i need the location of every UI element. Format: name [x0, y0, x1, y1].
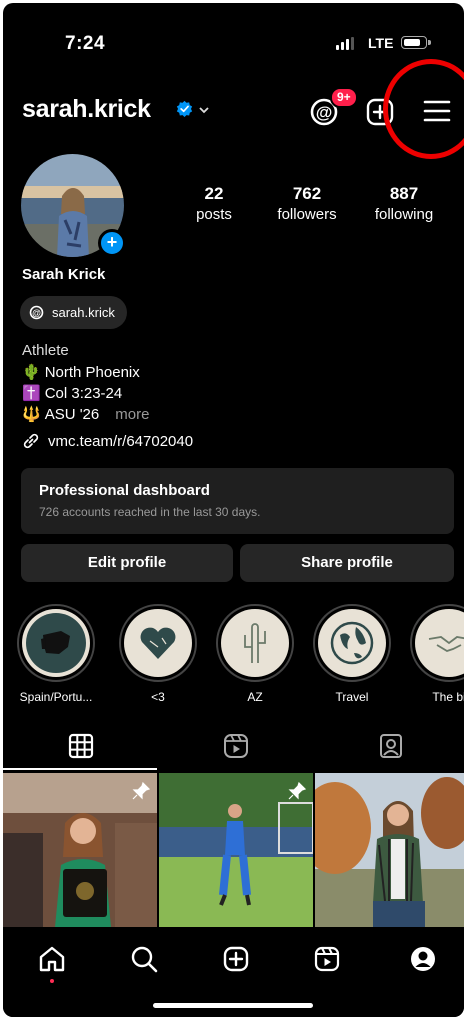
- bottom-nav: [3, 927, 464, 1017]
- search-icon[interactable]: [129, 944, 159, 974]
- create-icon[interactable]: [221, 944, 251, 974]
- cactus-icon: [225, 613, 285, 673]
- link-icon: [23, 433, 39, 449]
- highlight-heart[interactable]: <3: [110, 604, 206, 704]
- highlight-label: Spain/Portu...: [19, 690, 93, 704]
- threads-small-icon: @: [29, 305, 44, 320]
- posts-stat[interactable]: 22 posts: [183, 184, 245, 223]
- following-count: 887: [389, 184, 419, 203]
- followers-stat[interactable]: 762 followers: [265, 184, 349, 223]
- bio-line: 🌵 North Phoenix: [22, 363, 140, 382]
- reels-icon[interactable]: [312, 944, 342, 974]
- dashboard-title: Professional dashboard: [39, 482, 210, 499]
- create-post-icon[interactable]: [365, 97, 395, 127]
- tagged-icon[interactable]: [376, 731, 406, 761]
- professional-dashboard[interactable]: Professional dashboard 726 accounts reac…: [21, 468, 454, 534]
- posts-label: posts: [196, 206, 232, 223]
- bio-text: North Phoenix: [44, 363, 140, 381]
- dashboard-subtitle: 726 accounts reached in the last 30 days…: [39, 505, 261, 519]
- home-icon[interactable]: [37, 944, 67, 974]
- highlight-label: <3: [151, 690, 165, 704]
- highlight-label: The bi: [432, 690, 464, 704]
- followers-count: 762: [292, 184, 322, 203]
- highlight-travel[interactable]: Travel: [304, 604, 400, 704]
- threads-handle: sarah.krick: [52, 305, 115, 320]
- grid-post[interactable]: [159, 773, 313, 927]
- following-stat[interactable]: 887 following: [363, 184, 445, 223]
- grid-post[interactable]: [3, 773, 157, 927]
- highlight-label: AZ: [247, 690, 263, 704]
- add-story-button[interactable]: +: [98, 229, 126, 257]
- share-profile-button[interactable]: Share profile: [240, 544, 454, 582]
- cross-emoji-icon: ✝️: [22, 385, 41, 402]
- home-activity-dot: [50, 979, 54, 983]
- followers-label: followers: [277, 206, 337, 223]
- posts-count: 22: [204, 184, 224, 203]
- home-indicator: [153, 1003, 313, 1008]
- spain-map-icon: [26, 613, 86, 673]
- svg-text:@: @: [316, 103, 333, 122]
- globe-icon: [322, 613, 382, 673]
- chevron-down-icon[interactable]: [198, 104, 210, 116]
- notification-badge: 9+: [330, 87, 358, 108]
- heart-icon: [128, 613, 188, 673]
- cactus-emoji-icon: 🌵: [22, 364, 41, 381]
- trident-emoji-icon: 🔱: [22, 406, 41, 423]
- bio-text: Col 3:23-24: [44, 384, 123, 402]
- active-tab-indicator: [3, 768, 157, 770]
- link-text: vmc.team/r/64702040: [48, 432, 194, 450]
- phone-screen: 7:24 LTE sarah.krick @ 9+ + 22 posts 762…: [3, 3, 464, 1017]
- highlight-label: Travel: [335, 690, 369, 704]
- following-label: following: [374, 206, 434, 223]
- profile-link[interactable]: vmc.team/r/64702040: [22, 432, 193, 450]
- more-link[interactable]: more: [115, 406, 149, 423]
- threads-handle-pill[interactable]: @ sarah.krick: [20, 296, 127, 329]
- menu-icon[interactable]: [423, 99, 451, 123]
- handshake-icon: [419, 613, 464, 673]
- network-label: LTE: [368, 35, 394, 51]
- status-time: 7:24: [65, 33, 106, 54]
- grid-icon[interactable]: [66, 731, 96, 761]
- highlight-az[interactable]: AZ: [207, 604, 303, 704]
- bio-line: ✝️ Col 3:23-24: [22, 384, 123, 403]
- bio-line: 🔱 ASU '26 more: [22, 405, 149, 424]
- highlight-the-bi[interactable]: The bi: [401, 604, 464, 704]
- profile-name: Sarah Krick: [22, 266, 106, 283]
- profile-username[interactable]: sarah.krick: [22, 95, 151, 124]
- signal-icon: [336, 37, 354, 50]
- profile-category: Athlete: [22, 342, 69, 359]
- reels-tab-icon[interactable]: [221, 731, 251, 761]
- edit-profile-button[interactable]: Edit profile: [21, 544, 233, 582]
- profile-icon[interactable]: [408, 944, 438, 974]
- pin-icon: [132, 781, 151, 800]
- battery-icon: [401, 36, 431, 49]
- bio-text: ASU '26: [44, 405, 100, 423]
- post-image: [315, 773, 464, 927]
- grid-post[interactable]: [315, 773, 464, 927]
- pin-icon: [288, 781, 307, 800]
- highlight-spain[interactable]: Spain/Portu...: [8, 604, 104, 704]
- svg-text:@: @: [32, 308, 41, 318]
- verified-badge-icon: [176, 100, 193, 117]
